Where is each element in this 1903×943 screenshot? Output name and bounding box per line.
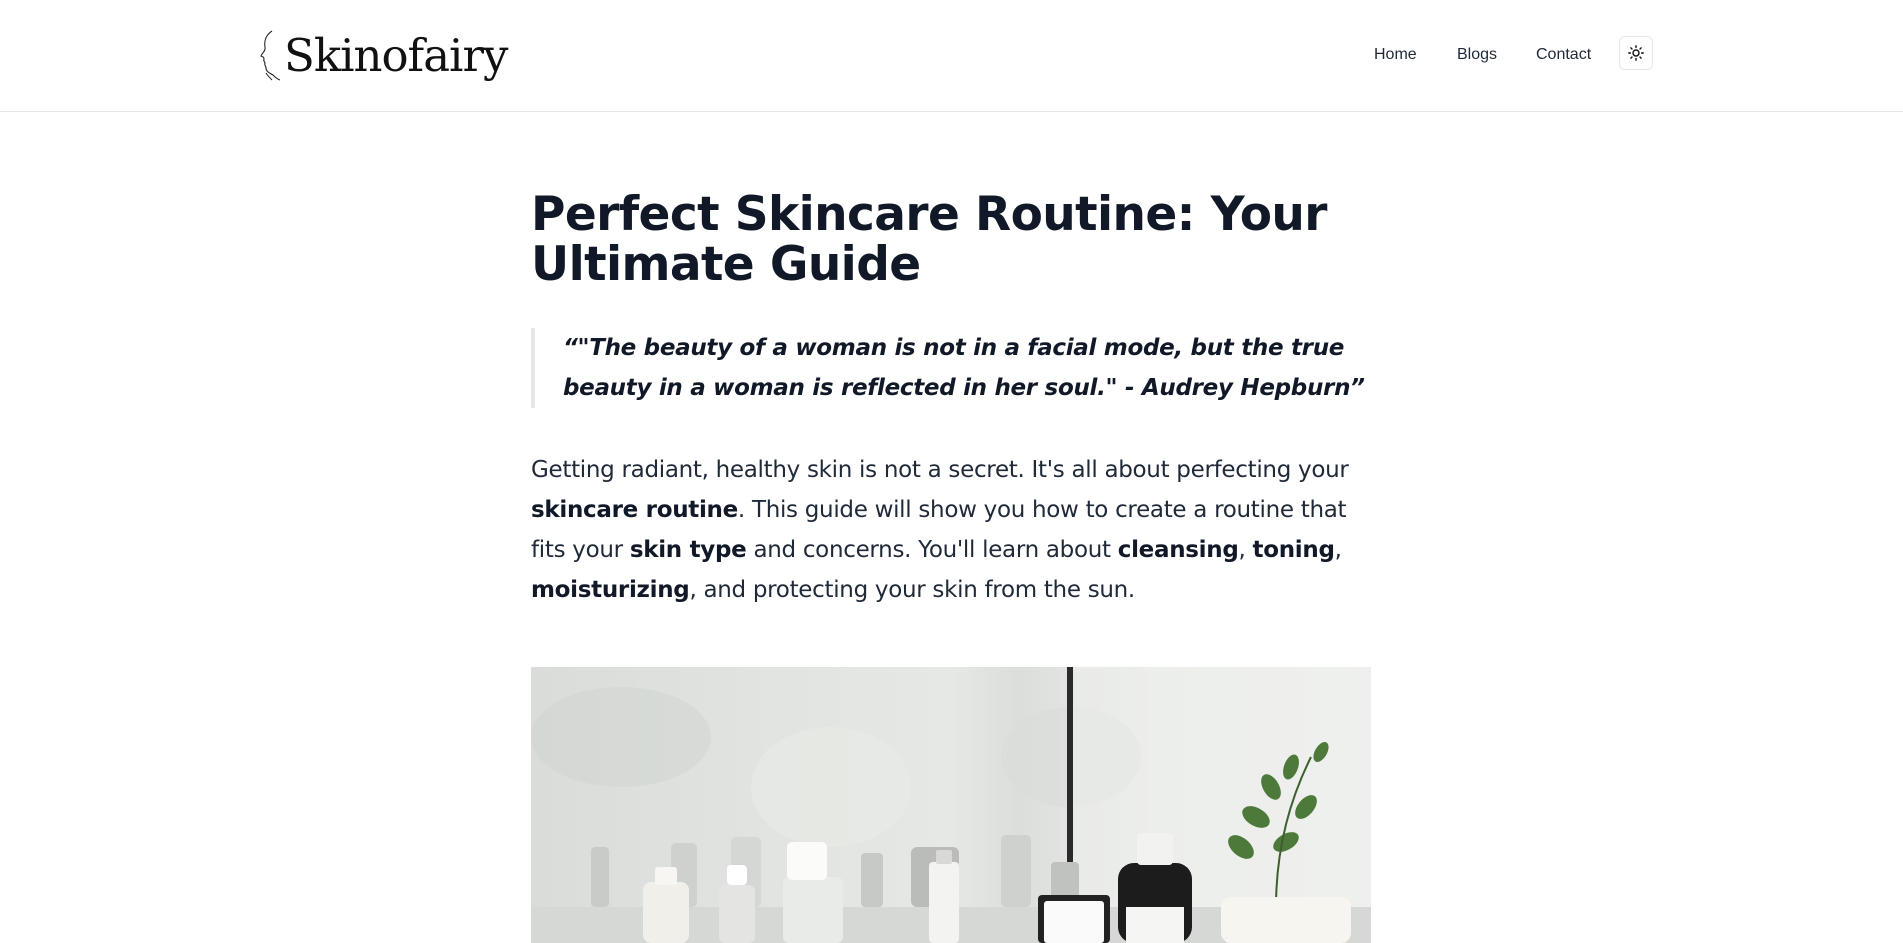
intro-bold-cleansing: cleansing: [1117, 537, 1239, 563]
intro-bold-toning: toning: [1252, 537, 1335, 563]
hero-image: [531, 667, 1371, 943]
intro-bold-skin-type: skin type: [629, 537, 747, 563]
article-intro: Getting radiant, healthy skin is not a s…: [531, 450, 1373, 610]
sun-icon: [1628, 45, 1644, 61]
intro-text-5: ,: [1334, 537, 1342, 563]
intro-bold-skincare-routine: skincare routine: [531, 497, 738, 523]
intro-bold-moisturizing: moisturizing: [531, 577, 690, 603]
site-header: Skinofairy Home Blogs Contact: [0, 0, 1903, 112]
intro-text-6: , and protecting your skin from the sun.: [689, 577, 1135, 603]
nav-home-link[interactable]: Home: [1374, 46, 1417, 64]
article-quote: “"The beauty of a woman is not in a faci…: [531, 328, 1373, 408]
intro-text-3: and concerns. You'll learn about: [746, 537, 1118, 563]
intro-text-4: ,: [1238, 537, 1253, 563]
article: Perfect Skincare Routine: Your Ultimate …: [531, 190, 1373, 610]
article-title: Perfect Skincare Routine: Your Ultimate …: [531, 187, 1327, 292]
main-nav: Home Blogs Contact: [0, 40, 1903, 70]
nav-contact-link[interactable]: Contact: [1536, 46, 1591, 64]
hero-illustration: [531, 667, 1371, 943]
intro-text-1: Getting radiant, healthy skin is not a s…: [531, 457, 1349, 483]
theme-toggle-button[interactable]: [1619, 36, 1653, 70]
nav-blogs-link[interactable]: Blogs: [1457, 46, 1497, 64]
